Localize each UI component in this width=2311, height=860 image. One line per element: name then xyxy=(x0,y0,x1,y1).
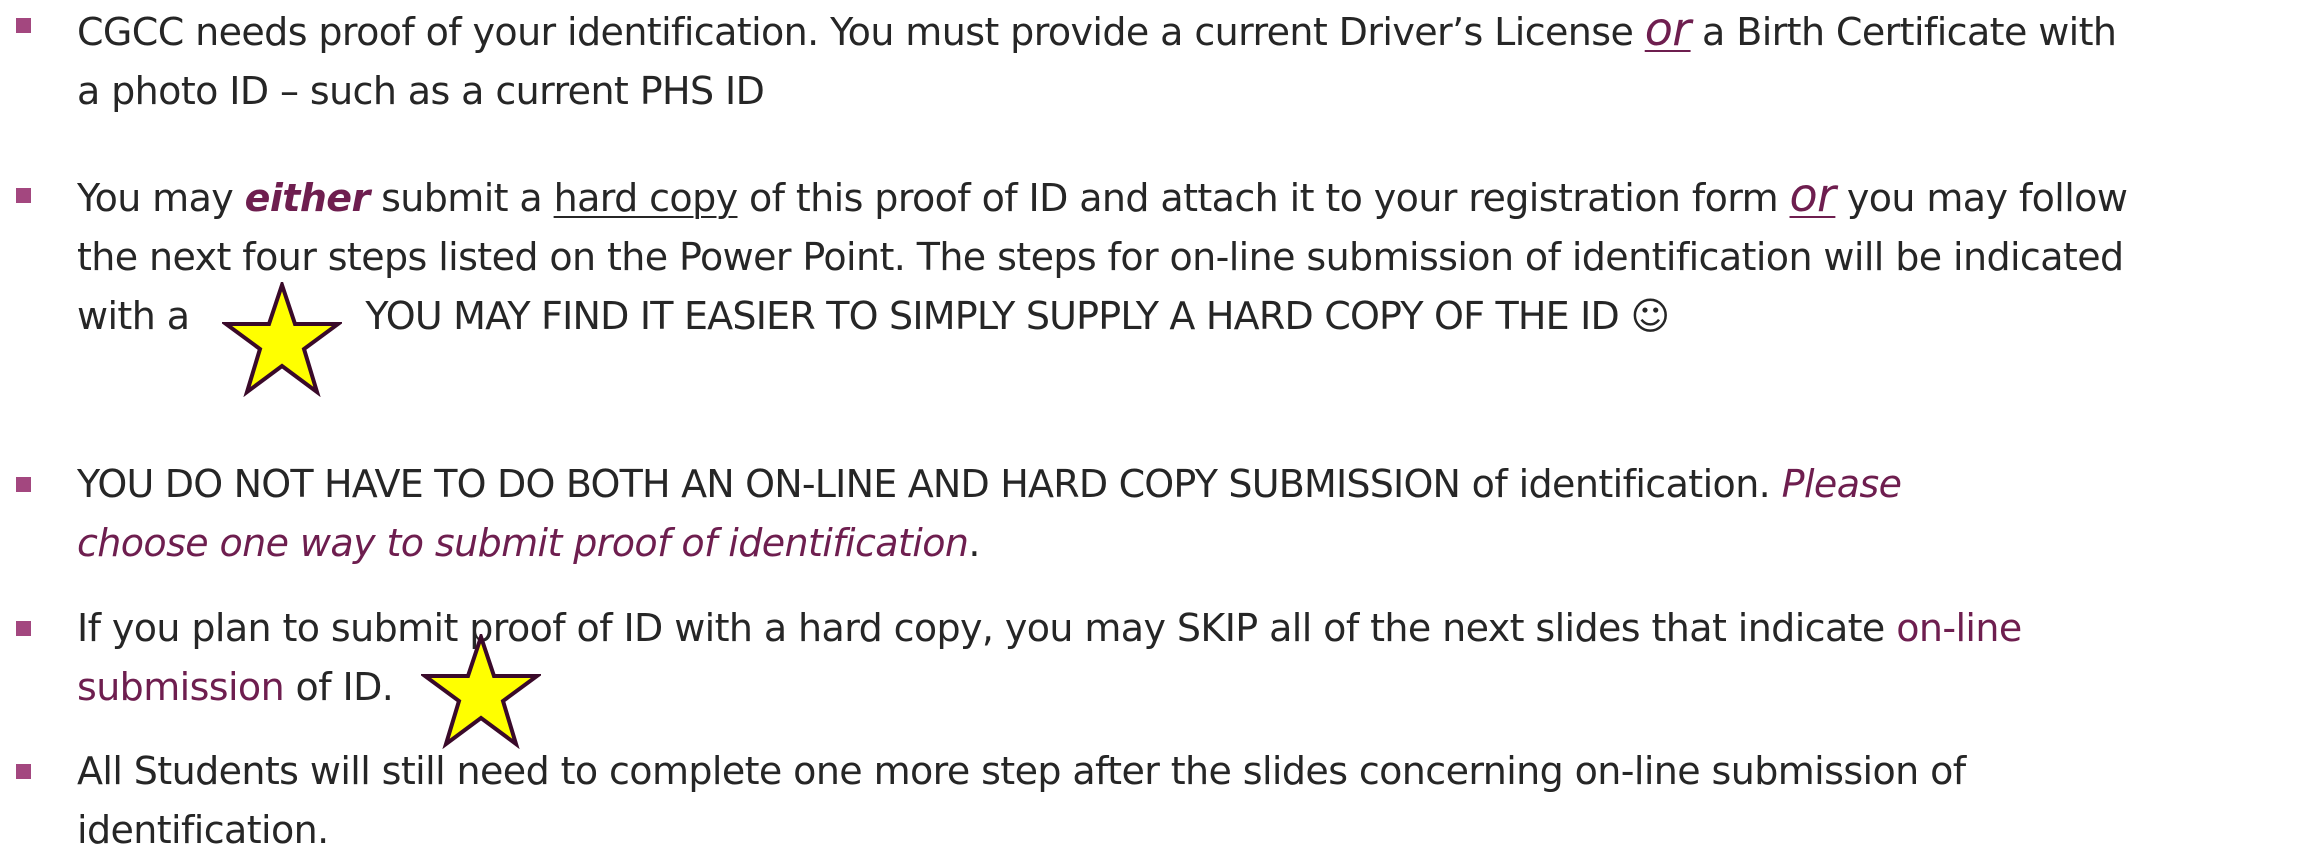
bullet-2-text-a: You may xyxy=(77,176,245,220)
bullet-5-line-2: identification. xyxy=(77,808,329,852)
bullet-1-line-2: a photo ID – such as a current PHS ID xyxy=(77,69,765,113)
bullet-4-accent-a: on-line xyxy=(1896,606,2022,650)
bullet-3-line-2: choose one way to submit proof of identi… xyxy=(77,514,2302,573)
bullet-1-text-b: a Birth Certificate with xyxy=(1690,10,2117,54)
bullet-2-either-emphasis: either xyxy=(244,176,371,220)
bullet-2-text-c: of this proof of ID and attach it to you… xyxy=(737,176,1790,220)
star-icon xyxy=(421,634,541,749)
bullet-2-caps-note: YOU MAY FIND IT EASIER TO SIMPLY SUPPLY … xyxy=(365,294,1620,338)
slide: CGCC needs proof of your identification.… xyxy=(0,0,2311,852)
bullet-2-or-emphasis: or xyxy=(1789,168,1836,222)
bullet-2-hard-copy-underlined: hard copy xyxy=(553,176,738,220)
star-icon xyxy=(222,282,342,397)
bullet-1-text-a: CGCC needs proof of your identification.… xyxy=(77,10,1645,54)
square-bullet-icon xyxy=(16,764,31,779)
bullet-2-line-1: You may either submit a hard copy of thi… xyxy=(77,166,2302,228)
bullet-2-with-a: with a xyxy=(77,294,190,338)
smiley-icon: ☺ xyxy=(1630,294,1671,338)
bullet-2-text-b: submit a xyxy=(369,176,554,220)
bullet-2-text-d: you may follow xyxy=(1835,176,2128,220)
bullet-1-or-emphasis: or xyxy=(1644,2,1691,56)
square-bullet-icon xyxy=(16,188,31,203)
bullet-2-line-2: the next four steps listed on the Power … xyxy=(77,235,2124,279)
bullet-text-1: CGCC needs proof of your identification.… xyxy=(77,0,2302,121)
bullet-4-accent-b: submission xyxy=(77,665,285,709)
square-bullet-icon xyxy=(16,18,31,33)
bullet-5-line-1: All Students will still need to complete… xyxy=(77,749,1966,793)
bullet-3-period: . xyxy=(968,521,980,565)
bullet-4-line-2: submission of ID. xyxy=(77,658,2302,717)
bullet-text-5: All Students will still need to complete… xyxy=(77,742,2302,860)
bullet-3-italic-b: choose one way to submit proof of identi… xyxy=(77,521,969,565)
bullet-4-text-b: of ID. xyxy=(284,665,394,709)
bullet-3-caps-text: YOU DO NOT HAVE TO DO BOTH AN ON-LINE AN… xyxy=(77,462,1461,506)
bullet-1-line-1: CGCC needs proof of your identification.… xyxy=(77,0,2302,62)
square-bullet-icon xyxy=(16,621,31,636)
bullet-3-text-a: of identification. xyxy=(1460,462,1782,506)
bullet-3-italic-a: Please xyxy=(1781,462,1902,506)
bullet-4-line-1: If you plan to submit proof of ID with a… xyxy=(77,599,2302,658)
bullet-text-2: You may either submit a hard copy of thi… xyxy=(77,166,2302,346)
bullet-text-3: YOU DO NOT HAVE TO DO BOTH AN ON-LINE AN… xyxy=(77,455,2302,573)
bullet-2-line-3: with a YOU MAY FIND IT EASIER TO SIMPLY S… xyxy=(77,287,2302,346)
bullet-4-text-a: If you plan to submit proof of ID with a… xyxy=(77,606,1897,650)
bullet-3-line-1: YOU DO NOT HAVE TO DO BOTH AN ON-LINE AN… xyxy=(77,455,2302,514)
square-bullet-icon xyxy=(16,477,31,492)
bullet-text-4: If you plan to submit proof of ID with a… xyxy=(77,599,2302,717)
